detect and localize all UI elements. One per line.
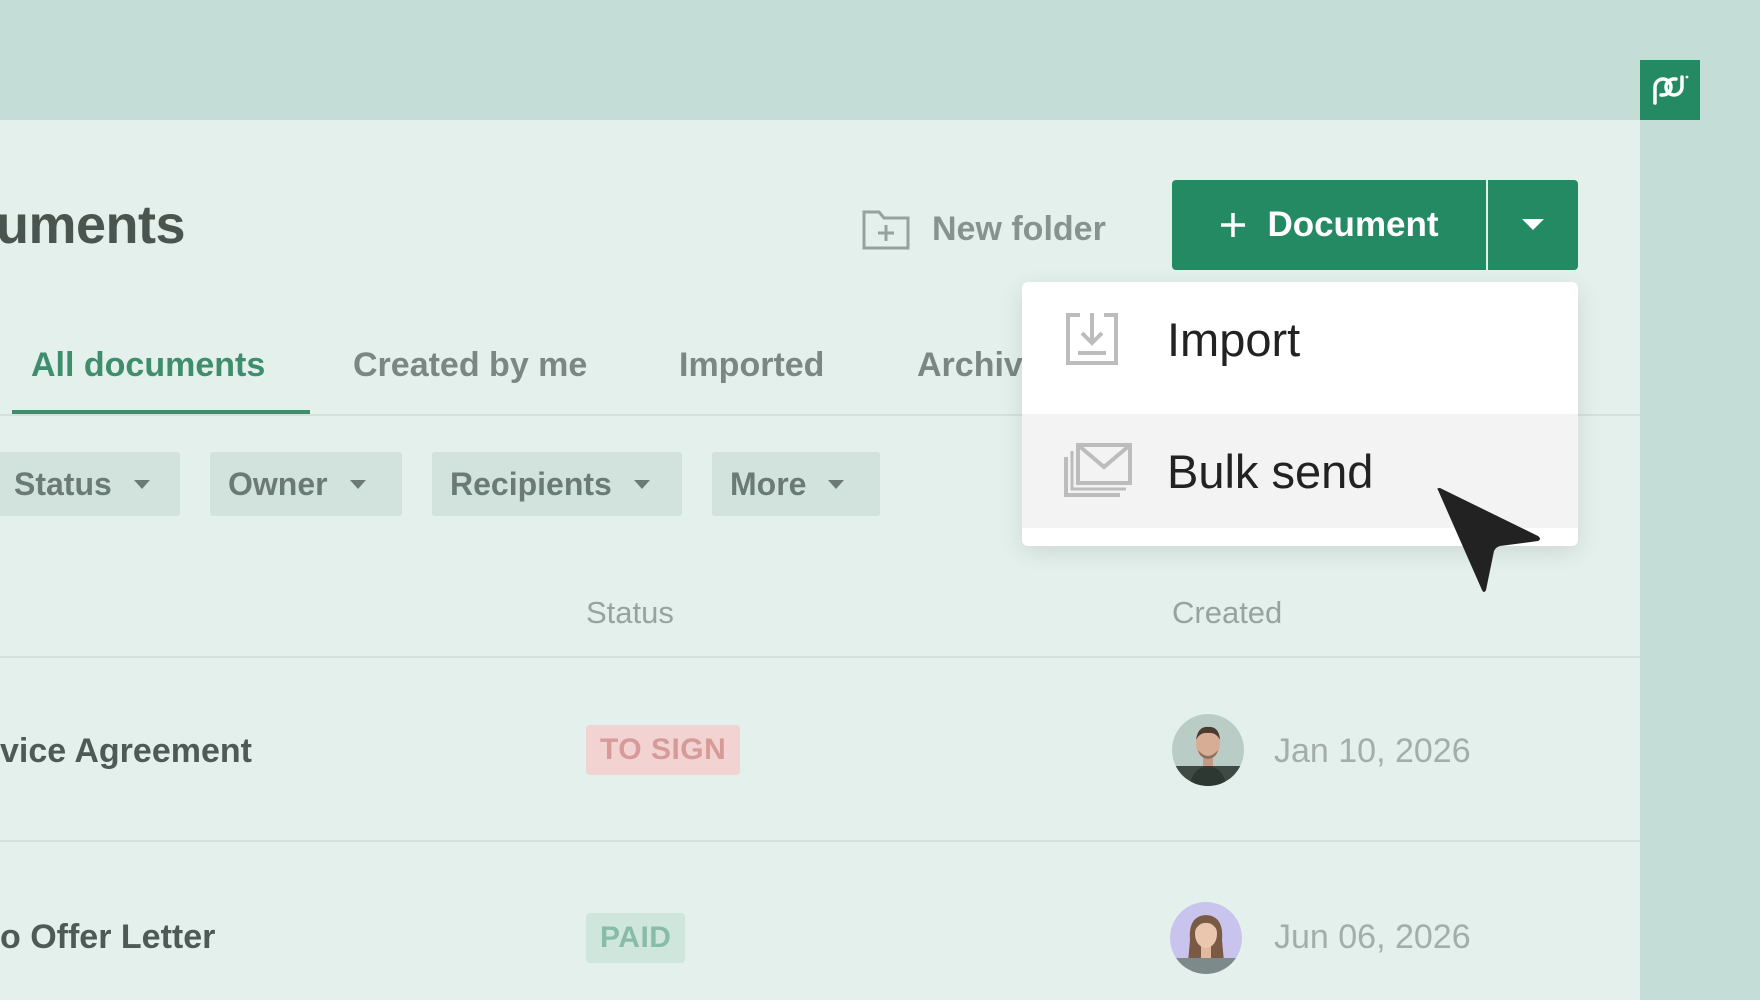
filter-label: Status [14,465,112,502]
chevron-down-icon [1522,219,1544,230]
column-header-created[interactable]: Created [1172,595,1282,631]
caret-down-icon [828,479,845,489]
mouse-pointer-icon [1437,488,1540,592]
menu-item-label: Bulk send [1167,444,1374,498]
logo-glyph [1653,75,1689,105]
man-avatar [1172,714,1244,786]
import-icon [1064,311,1120,367]
document-title[interactable]: vice Agreement [0,732,252,771]
filter-owner[interactable]: Owner [210,452,402,516]
filter-label: Owner [228,465,328,502]
caret-down-icon [349,479,366,489]
new-folder-label: New folder [932,209,1106,248]
new-document-label: Document [1267,205,1439,244]
document-title[interactable]: o Offer Letter [0,918,215,957]
documents-panel: uments New folder Document All documents… [0,120,1640,1000]
new-folder-icon [862,210,910,250]
status-badge: TO SIGN [586,725,741,775]
new-document-button[interactable]: Document [1172,180,1486,270]
created-date: Jan 10, 2026 [1274,732,1471,770]
column-header-status[interactable]: Status [586,595,674,631]
tab-archived[interactable]: Archiv [917,346,1023,385]
menu-item-import[interactable]: Import [1022,282,1578,396]
filter-recipients[interactable]: Recipients [432,452,682,516]
row-divider [0,840,1640,842]
tab-created-by-me[interactable]: Created by me [353,346,587,385]
filter-status[interactable]: Status [0,452,180,516]
plus-icon [1219,211,1247,239]
caret-down-icon [633,479,650,489]
tab-imported[interactable]: Imported [679,346,824,385]
filter-more[interactable]: More [712,452,880,516]
woman-avatar [1170,902,1242,974]
document-options-button[interactable] [1488,180,1578,270]
filter-label: Recipients [450,465,612,502]
bulk-send-icon [1064,443,1134,499]
page-title: uments [0,195,186,255]
new-folder-button[interactable]: New folder [862,204,1106,254]
filter-label: More [730,465,807,502]
header-divider [0,656,1640,658]
pandadoc-logo-icon[interactable] [1640,60,1700,120]
menu-item-label: Import [1167,312,1301,366]
side-strip [1640,0,1760,1000]
created-date: Jun 06, 2026 [1274,918,1471,956]
active-tab-indicator [12,410,310,414]
tab-all-documents[interactable]: All documents [31,346,265,385]
status-badge: PAID [586,913,686,963]
caret-down-icon [133,479,150,489]
